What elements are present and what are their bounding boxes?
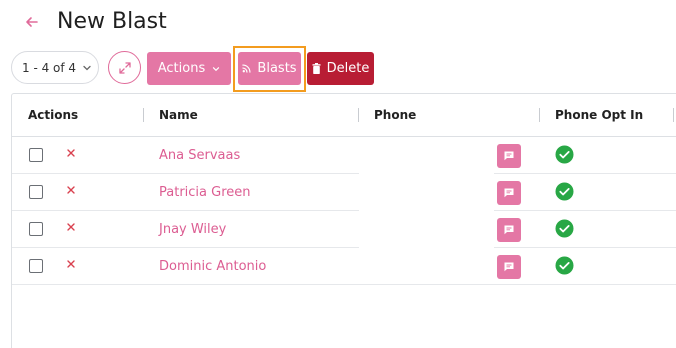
table-row: Jnay Wiley xyxy=(12,211,676,248)
contacts-table: Actions Name Phone Phone Opt In Ana Serv… xyxy=(11,93,676,348)
contact-name-link[interactable]: Patricia Green xyxy=(159,185,251,200)
send-message-button[interactable] xyxy=(497,144,521,168)
opt-in-check-icon xyxy=(555,182,574,201)
pagination-dropdown[interactable]: 1 - 4 of 4 xyxy=(11,51,99,84)
remove-x-icon[interactable] xyxy=(66,148,76,158)
rss-icon xyxy=(242,64,251,73)
contact-name-link[interactable]: Jnay Wiley xyxy=(159,222,226,237)
row-checkbox[interactable] xyxy=(29,148,43,162)
opt-in-check-icon xyxy=(555,145,574,164)
delete-button[interactable]: Delete xyxy=(307,52,374,85)
opt-in-check-icon xyxy=(555,256,574,275)
expand-arrows-icon xyxy=(118,61,131,74)
blasts-label: Blasts xyxy=(257,61,297,76)
table-header: Actions Name Phone Phone Opt In xyxy=(12,94,676,137)
opt-in-check-icon xyxy=(555,219,574,238)
contact-name-link[interactable]: Dominic Antonio xyxy=(159,259,266,274)
send-message-button[interactable] xyxy=(497,218,521,242)
row-checkbox[interactable] xyxy=(29,185,43,199)
delete-label: Delete xyxy=(326,61,370,76)
column-separator[interactable] xyxy=(539,108,540,122)
phone-column-redacted xyxy=(359,138,494,277)
remove-x-icon[interactable] xyxy=(66,259,76,269)
column-header-name[interactable]: Name xyxy=(159,108,198,122)
chevron-down-icon xyxy=(213,66,220,71)
column-separator[interactable] xyxy=(358,108,359,122)
table-row: Ana Servaas xyxy=(12,137,676,174)
message-icon xyxy=(504,225,514,235)
pagination-label: 1 - 4 of 4 xyxy=(22,60,77,75)
table-row: Dominic Antonio xyxy=(12,248,676,285)
actions-dropdown-button[interactable]: Actions xyxy=(147,52,231,85)
column-header-phone[interactable]: Phone xyxy=(374,108,416,122)
message-icon xyxy=(504,262,514,272)
actions-label: Actions xyxy=(157,61,206,76)
table-row: Patricia Green xyxy=(12,174,676,211)
contact-name-link[interactable]: Ana Servaas xyxy=(159,148,240,163)
row-checkbox[interactable] xyxy=(29,259,43,273)
row-checkbox[interactable] xyxy=(29,222,43,236)
message-icon xyxy=(504,151,514,161)
chevron-down-icon xyxy=(83,65,91,70)
remove-x-icon[interactable] xyxy=(66,222,76,232)
back-arrow-icon[interactable] xyxy=(24,14,40,30)
column-separator[interactable] xyxy=(673,108,674,122)
page-title: New Blast xyxy=(57,9,167,34)
trash-icon xyxy=(312,63,321,74)
send-message-button[interactable] xyxy=(497,255,521,279)
blasts-button[interactable]: Blasts xyxy=(238,52,301,85)
message-icon xyxy=(504,188,514,198)
expand-button[interactable] xyxy=(108,51,141,84)
column-header-actions[interactable]: Actions xyxy=(28,108,78,122)
remove-x-icon[interactable] xyxy=(66,185,76,195)
column-header-phone-opt-in[interactable]: Phone Opt In xyxy=(555,108,643,122)
send-message-button[interactable] xyxy=(497,181,521,205)
column-separator[interactable] xyxy=(143,108,144,122)
